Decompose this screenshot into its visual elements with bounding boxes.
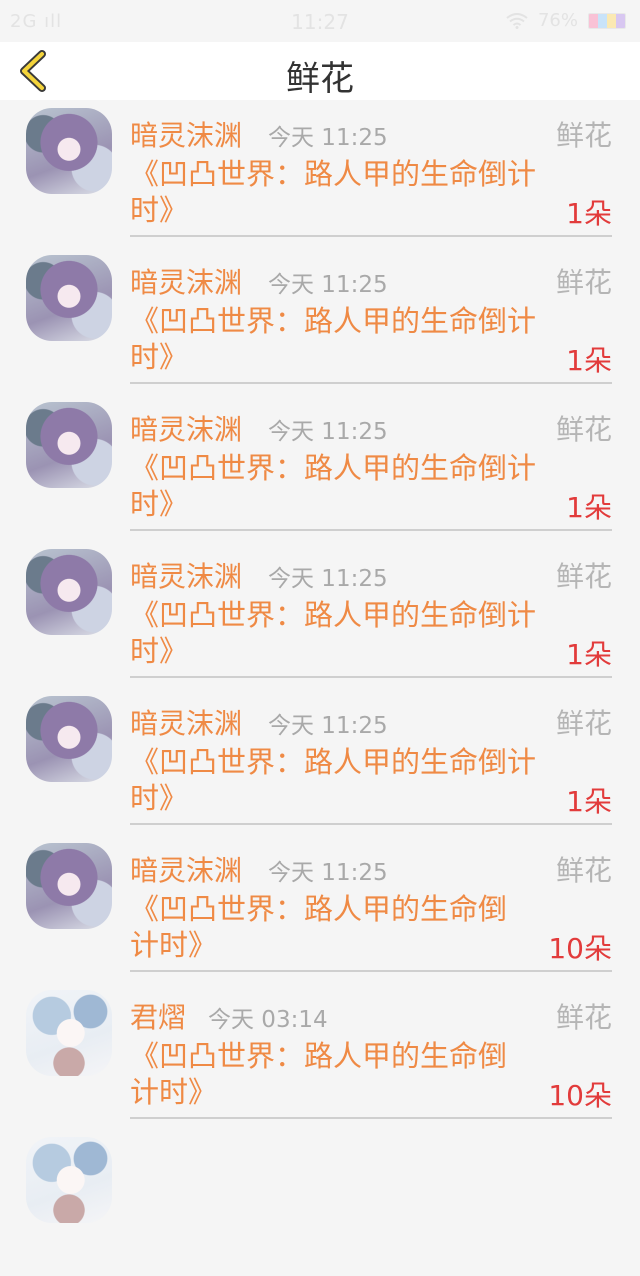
timestamp: 今天 11:25 (268, 860, 388, 886)
timestamp: 今天 11:25 (268, 713, 388, 739)
flower-count: 1朵 (566, 491, 612, 524)
list-item[interactable]: 暗灵沫渊 今天 11:25 鲜花 《凹凸世界：路人甲的生命倒计 时》 1朵 (0, 247, 640, 394)
book-title-line-1: 《凹凸世界：路人甲的生命倒计 (130, 451, 537, 485)
timestamp: 今天 03:14 (208, 1007, 328, 1033)
book-title[interactable]: 《凹凸世界：路人甲的生命倒计 时》 (130, 303, 536, 375)
divider (130, 970, 612, 972)
gift-type: 鲜花 (555, 119, 612, 152)
status-bar: 2G ıll 11:27 76% (0, 0, 640, 42)
battery-icon (588, 12, 626, 29)
page-title: 鲜花 (286, 59, 354, 99)
book-title-line-1: 《凹凸世界：路人甲的生命倒 (130, 892, 508, 926)
gift-type: 鲜花 (555, 413, 612, 446)
timestamp: 今天 11:25 (268, 566, 388, 592)
avatar[interactable] (26, 696, 112, 782)
book-title[interactable]: 《凹凸世界：路人甲的生命倒 计时》 (130, 891, 507, 963)
book-title[interactable]: 《凹凸世界：路人甲的生命倒计 时》 (130, 597, 536, 669)
gift-type: 鲜花 (555, 560, 612, 593)
book-title-line-1: 《凹凸世界：路人甲的生命倒计 (130, 304, 537, 338)
gift-type: 鲜花 (555, 1001, 612, 1034)
flower-count: 10朵 (548, 1079, 612, 1112)
nav-bar: 鲜花 (0, 42, 640, 100)
list-item[interactable]: 暗灵沫渊 今天 11:25 鲜花 《凹凸世界：路人甲的生命倒计 时》 1朵 (0, 688, 640, 835)
avatar[interactable] (26, 990, 112, 1076)
avatar[interactable] (26, 549, 112, 635)
timestamp: 今天 11:25 (268, 419, 388, 445)
divider (130, 1117, 612, 1119)
avatar[interactable] (26, 402, 112, 488)
divider (130, 529, 612, 531)
user-name[interactable]: 暗灵沫渊 (130, 702, 242, 742)
list-item[interactable] (0, 1129, 640, 1276)
timestamp: 今天 11:25 (268, 125, 388, 151)
list-item[interactable]: 暗灵沫渊 今天 11:25 鲜花 《凹凸世界：路人甲的生命倒计 时》 1朵 (0, 394, 640, 541)
book-title-line-1: 《凹凸世界：路人甲的生命倒计 (130, 157, 537, 191)
flower-list: 暗灵沫渊 今天 11:25 鲜花 《凹凸世界：路人甲的生命倒计 时》 1朵 暗灵… (0, 100, 640, 1276)
book-title-line-1: 《凹凸世界：路人甲的生命倒 (130, 1039, 508, 1073)
user-name[interactable]: 君熠 (130, 996, 186, 1036)
user-name[interactable]: 暗灵沫渊 (130, 261, 242, 301)
status-icons: 76% (506, 10, 626, 31)
list-item[interactable]: 暗灵沫渊 今天 11:25 鲜花 《凹凸世界：路人甲的生命倒 计时》 10朵 (0, 835, 640, 982)
gift-type: 鲜花 (555, 854, 612, 887)
user-name[interactable]: 暗灵沫渊 (130, 555, 242, 595)
divider (130, 235, 612, 237)
list-item[interactable]: 君熠 今天 03:14 鲜花 《凹凸世界：路人甲的生命倒 计时》 10朵 (0, 982, 640, 1129)
book-title[interactable]: 《凹凸世界：路人甲的生命倒计 时》 (130, 744, 536, 816)
book-title-line-2: 计时》 (130, 1075, 218, 1109)
list-item[interactable]: 暗灵沫渊 今天 11:25 鲜花 《凹凸世界：路人甲的生命倒计 时》 1朵 (0, 100, 640, 247)
avatar[interactable] (26, 1137, 112, 1223)
divider (130, 823, 612, 825)
divider (130, 676, 612, 678)
book-title[interactable]: 《凹凸世界：路人甲的生命倒计 时》 (130, 450, 536, 522)
book-title-line-2: 时》 (130, 781, 189, 815)
flower-count: 10朵 (548, 932, 612, 965)
avatar[interactable] (26, 255, 112, 341)
gift-type: 鲜花 (555, 707, 612, 740)
flower-count: 1朵 (566, 344, 612, 377)
flower-count: 1朵 (566, 638, 612, 671)
avatar[interactable] (26, 108, 112, 194)
book-title-line-2: 计时》 (130, 928, 218, 962)
user-name[interactable]: 暗灵沫渊 (130, 408, 242, 448)
book-title-line-2: 时》 (130, 193, 189, 227)
flower-count: 1朵 (566, 785, 612, 818)
book-title[interactable]: 《凹凸世界：路人甲的生命倒 计时》 (130, 1038, 507, 1110)
book-title-line-2: 时》 (130, 340, 189, 374)
book-title-line-1: 《凹凸世界：路人甲的生命倒计 (130, 745, 537, 779)
user-name[interactable]: 暗灵沫渊 (130, 114, 242, 154)
avatar[interactable] (26, 843, 112, 929)
book-title[interactable]: 《凹凸世界：路人甲的生命倒计 时》 (130, 156, 536, 228)
wifi-icon (506, 12, 528, 29)
book-title-line-2: 时》 (130, 487, 189, 521)
timestamp: 今天 11:25 (268, 272, 388, 298)
list-item[interactable]: 暗灵沫渊 今天 11:25 鲜花 《凹凸世界：路人甲的生命倒计 时》 1朵 (0, 541, 640, 688)
divider (130, 382, 612, 384)
battery-percent: 76% (537, 10, 578, 31)
user-name[interactable]: 暗灵沫渊 (130, 849, 242, 889)
book-title-line-1: 《凹凸世界：路人甲的生命倒计 (130, 598, 537, 632)
gift-type: 鲜花 (555, 266, 612, 299)
book-title-line-2: 时》 (130, 634, 189, 668)
flower-count: 1朵 (566, 197, 612, 230)
